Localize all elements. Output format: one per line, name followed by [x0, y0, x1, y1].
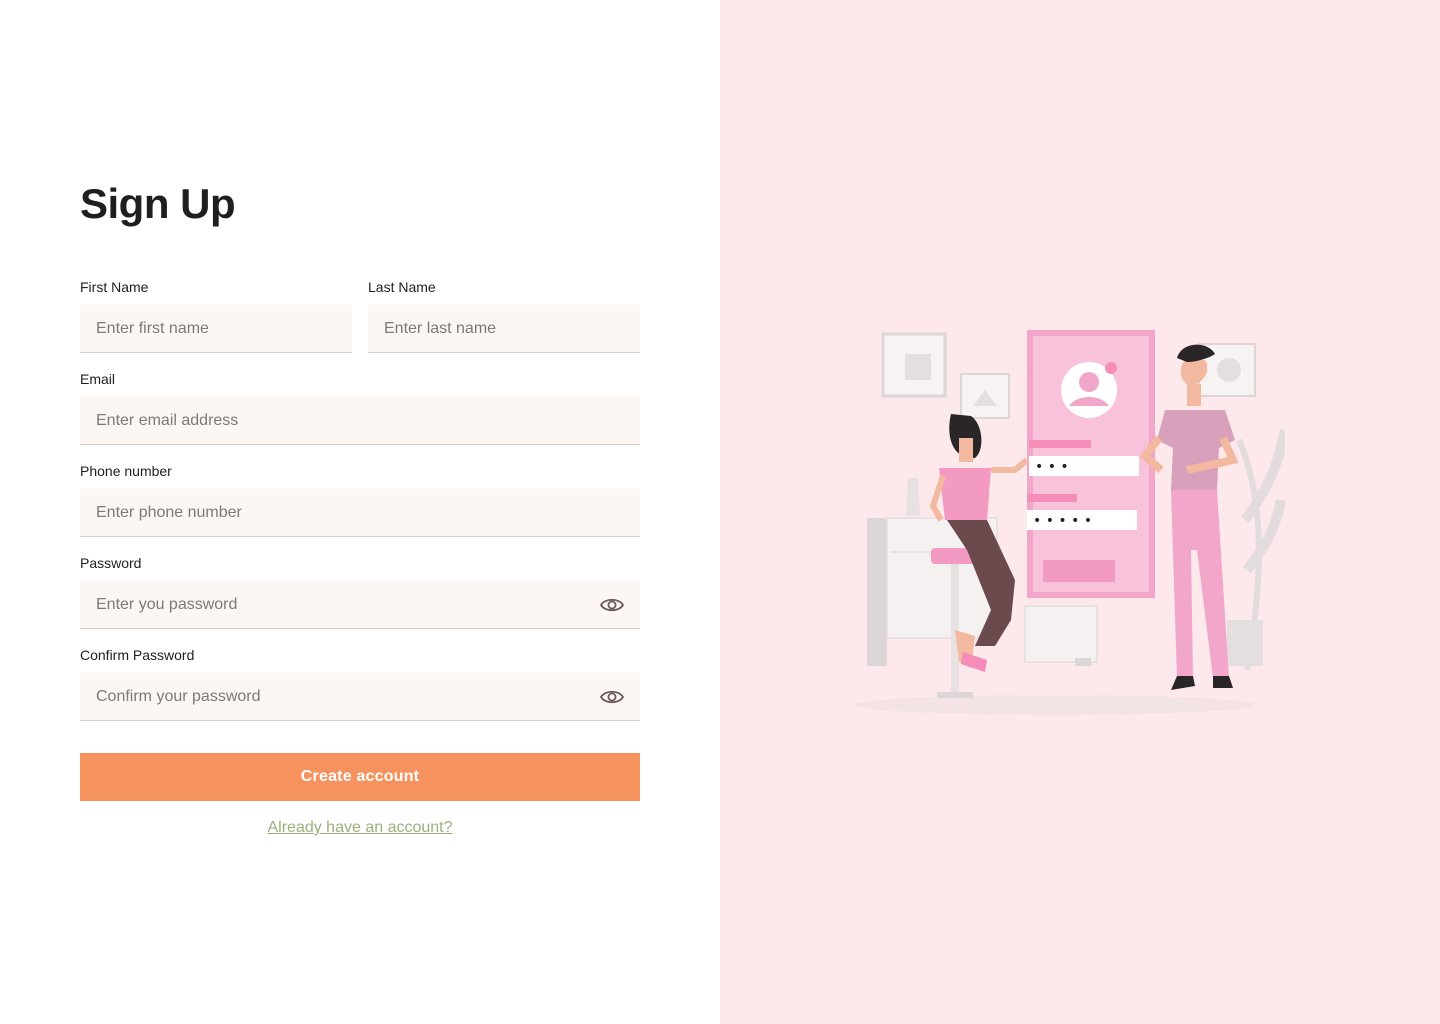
first-name-input[interactable] [80, 305, 352, 352]
last-name-field-wrap [368, 305, 640, 353]
login-link[interactable]: Already have an account? [80, 819, 640, 837]
phone-input[interactable] [80, 489, 640, 536]
email-input[interactable] [80, 397, 640, 444]
email-label: Email [80, 371, 116, 387]
confirm-password-label: Confirm Password [80, 647, 195, 663]
page-title: Sign Up [80, 180, 236, 227]
last-name-input[interactable] [368, 305, 640, 352]
eye-icon[interactable] [600, 688, 624, 706]
first-name-label: First Name [80, 279, 149, 295]
email-field-wrap [80, 397, 640, 445]
password-label: Password [80, 555, 142, 571]
last-name-label: Last Name [368, 279, 436, 295]
password-dots-1: • • • [1035, 459, 1069, 475]
phone-field-wrap [80, 489, 640, 537]
password-field-wrap [80, 581, 640, 629]
first-name-field-wrap [80, 305, 352, 353]
password-input[interactable] [80, 581, 640, 628]
confirm-password-input[interactable] [80, 673, 640, 720]
signup-panel: Sign Up First Name Last Name Email Phone… [0, 0, 720, 1024]
eye-icon[interactable] [600, 596, 624, 614]
signup-illustration: • • • • • • • • [855, 330, 1285, 715]
create-account-button[interactable]: Create account [80, 753, 640, 801]
phone-label: Phone number [80, 463, 172, 479]
password-dots-2: • • • • • [1033, 513, 1092, 529]
confirm-password-field-wrap [80, 673, 640, 721]
